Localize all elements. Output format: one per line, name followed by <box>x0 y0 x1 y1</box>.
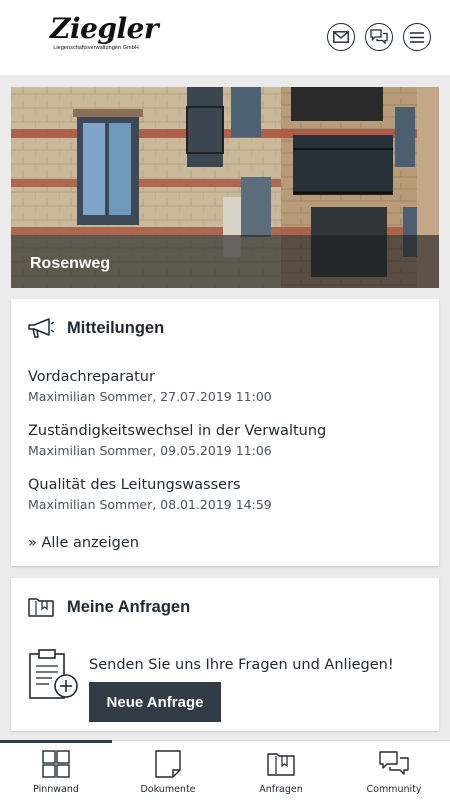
grid-icon <box>42 750 70 778</box>
property-name: Rosenweg <box>30 255 111 272</box>
tab-community[interactable]: Community <box>338 741 450 800</box>
company-logo[interactable]: Ziegler Liegenschaftsverwaltungen GmbH <box>50 12 159 64</box>
message-item[interactable]: Qualität des Leitungswassers Maximilian … <box>28 477 272 512</box>
menu-button[interactable] <box>403 23 431 51</box>
bottom-tab-bar: Pinnwand Dokumente Anfragen Community <box>0 740 450 800</box>
requests-card: Meine Anfragen Senden Sie uns Ihre Frage… <box>11 578 439 731</box>
message-meta: Maximilian Sommer, 27.07.2019 11:00 <box>28 389 272 404</box>
message-meta: Maximilian Sommer, 08.01.2019 14:59 <box>28 497 272 512</box>
app-header: Ziegler Liegenschaftsverwaltungen GmbH <box>0 0 450 75</box>
menu-icon <box>410 31 424 43</box>
mail-icon <box>333 31 349 43</box>
tab-label: Anfragen <box>259 784 303 795</box>
clipboard-add-icon <box>29 649 78 699</box>
tab-label: Pinnwand <box>33 784 79 795</box>
messages-card: Mitteilungen Vordachreparatur Maximilian… <box>11 299 439 566</box>
document-icon <box>155 750 181 778</box>
message-meta: Maximilian Sommer, 09.05.2019 11:06 <box>28 443 272 458</box>
messages-card-title: Mitteilungen <box>67 318 165 337</box>
requests-card-header: Meine Anfragen <box>27 595 190 619</box>
folder-icon <box>267 753 295 776</box>
chat-icon <box>370 29 388 45</box>
tab-label: Dokumente <box>140 784 196 795</box>
requests-card-title: Meine Anfragen <box>67 597 191 616</box>
tab-anfragen[interactable]: Anfragen <box>225 741 337 800</box>
message-item[interactable]: Zuständigkeitswechsel in der Verwaltung … <box>28 423 326 458</box>
chat-icon <box>379 751 409 775</box>
logo-wordmark: Ziegler <box>50 12 159 45</box>
chat-button[interactable] <box>365 23 393 51</box>
tab-label: Community <box>366 784 422 795</box>
megaphone-icon <box>28 318 55 338</box>
tab-pinnwand[interactable]: Pinnwand <box>0 741 112 800</box>
folder-icon <box>28 598 54 617</box>
messages-card-header: Mitteilungen <box>27 316 164 340</box>
message-item[interactable]: Vordachreparatur Maximilian Sommer, 27.0… <box>28 369 272 404</box>
logo-subtitle: Liegenschaftsverwaltungen GmbH <box>53 45 139 51</box>
show-all-link[interactable]: » Alle anzeigen <box>28 535 139 551</box>
tab-dokumente[interactable]: Dokumente <box>112 741 224 800</box>
new-request-button[interactable]: Neue Anfrage <box>89 682 221 722</box>
mail-button[interactable] <box>327 23 355 51</box>
requests-prompt: Senden Sie uns Ihre Fragen und Anliegen! <box>89 657 394 673</box>
message-title: Zuständigkeitswechsel in der Verwaltung <box>28 423 327 439</box>
message-title: Vordachreparatur <box>28 369 155 385</box>
message-title: Qualität des Leitungswassers <box>28 477 241 493</box>
property-hero-image[interactable]: Rosenweg <box>11 87 439 288</box>
